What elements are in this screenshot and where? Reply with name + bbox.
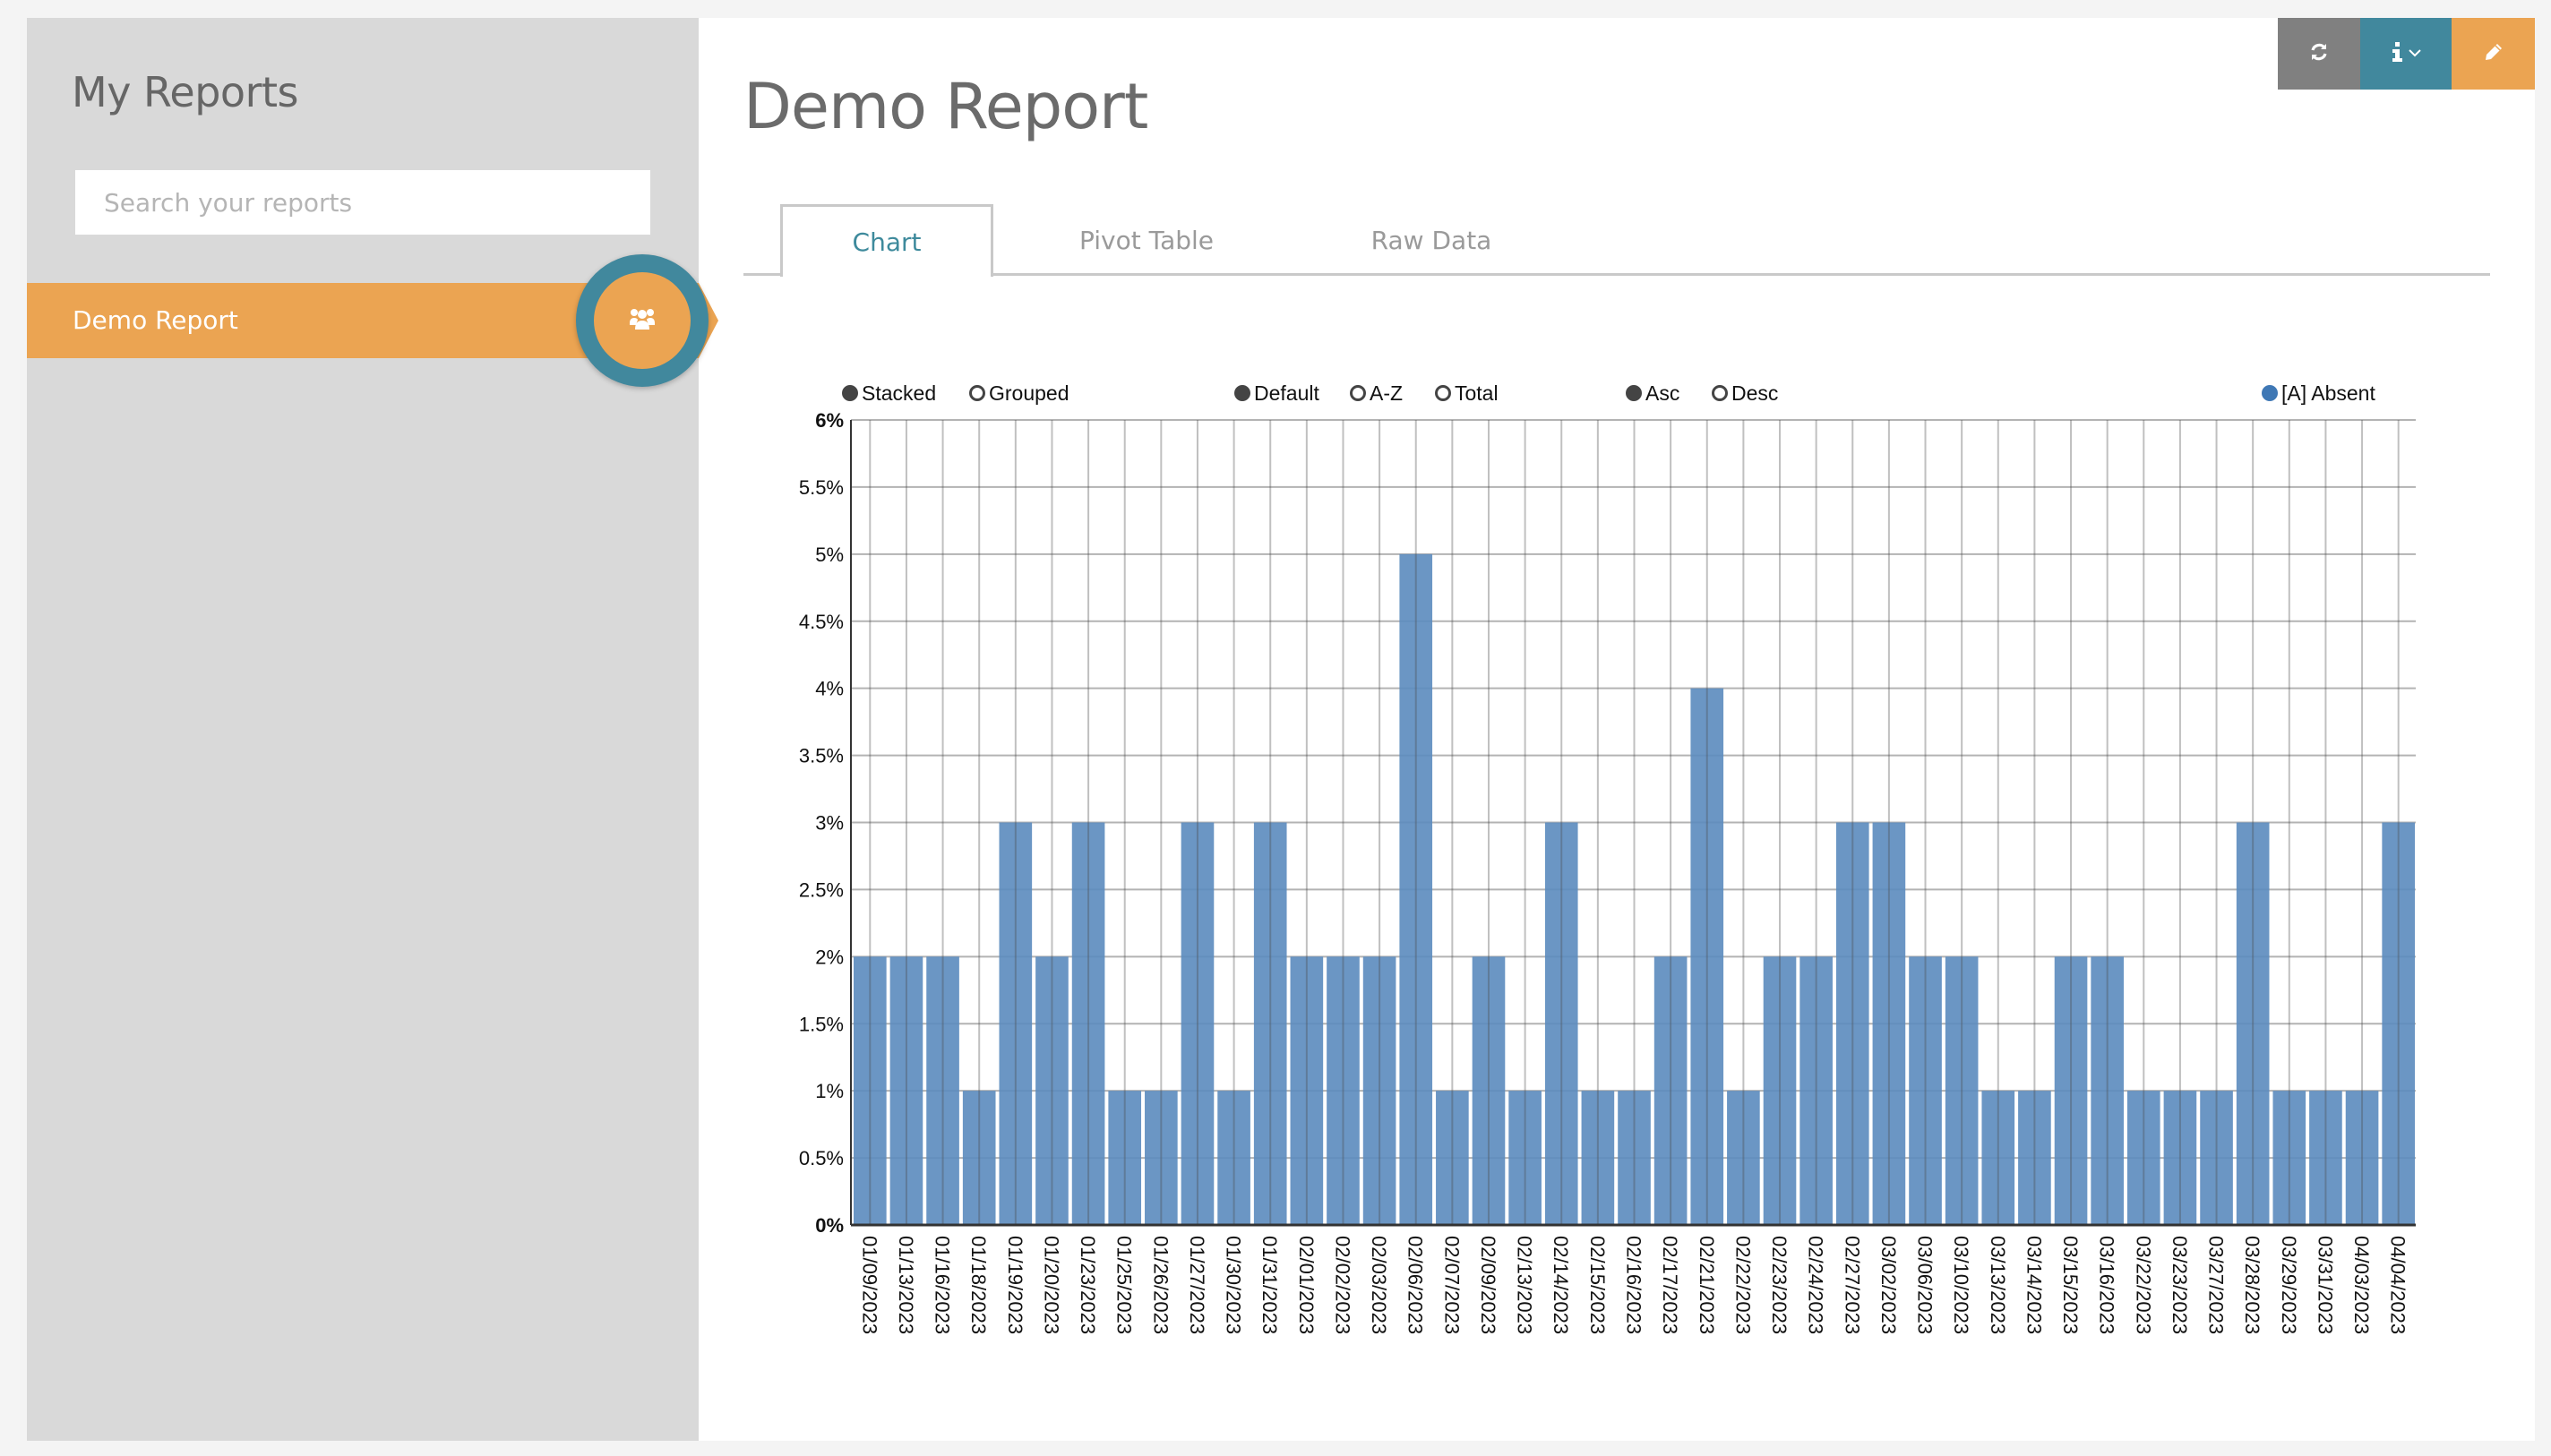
bar[interactable] bbox=[2236, 822, 2270, 1226]
bar[interactable] bbox=[2163, 1091, 2197, 1225]
bar[interactable] bbox=[1581, 1091, 1615, 1225]
radio-selected-icon bbox=[1234, 385, 1250, 401]
bar[interactable] bbox=[1653, 956, 1688, 1225]
bar[interactable] bbox=[1945, 956, 1979, 1225]
bar[interactable] bbox=[1508, 1091, 1542, 1225]
edit-button[interactable] bbox=[2452, 18, 2535, 90]
bar[interactable] bbox=[1290, 956, 1324, 1225]
info-icon bbox=[2391, 41, 2403, 66]
users-icon bbox=[629, 307, 656, 335]
tabs-divider bbox=[743, 273, 2490, 276]
bar[interactable] bbox=[926, 956, 959, 1225]
bar[interactable] bbox=[1799, 956, 1833, 1225]
bar[interactable] bbox=[1981, 1091, 2015, 1225]
bar[interactable] bbox=[2382, 822, 2415, 1226]
bar[interactable] bbox=[2272, 1091, 2306, 1225]
bar[interactable] bbox=[1618, 1091, 1651, 1225]
bar[interactable] bbox=[2345, 1091, 2379, 1225]
radio-unselected-icon bbox=[1350, 385, 1366, 401]
sort-az-radio[interactable]: A-Z bbox=[1350, 381, 1403, 406]
bar[interactable] bbox=[854, 956, 887, 1225]
sort-total-label: Total bbox=[1455, 381, 1499, 405]
bar[interactable] bbox=[2091, 956, 2124, 1225]
bar[interactable] bbox=[2054, 956, 2088, 1225]
order-asc-label: Asc bbox=[1645, 381, 1680, 405]
order-desc-label: Desc bbox=[1731, 381, 1779, 405]
bar[interactable] bbox=[1763, 956, 1797, 1225]
radio-selected-icon bbox=[1626, 385, 1642, 401]
layout-grouped-label: Grouped bbox=[989, 381, 1069, 405]
radio-unselected-icon bbox=[1435, 385, 1451, 401]
refresh-icon bbox=[2309, 42, 2329, 66]
bar[interactable] bbox=[1362, 956, 1396, 1225]
series-color-dot bbox=[2262, 385, 2278, 401]
bar[interactable] bbox=[1690, 688, 1724, 1225]
bar[interactable] bbox=[1436, 1091, 1469, 1225]
page-title: Demo Report bbox=[743, 70, 1148, 143]
legend-series-absent[interactable]: [A] Absent bbox=[2262, 381, 2375, 406]
bar[interactable] bbox=[1472, 956, 1506, 1225]
search-reports-input[interactable] bbox=[75, 170, 650, 235]
bar[interactable] bbox=[2309, 1091, 2342, 1225]
legend-series-label: [A] Absent bbox=[2281, 381, 2375, 405]
bar[interactable] bbox=[1108, 1091, 1142, 1225]
tab-chart[interactable]: Chart bbox=[780, 204, 993, 277]
bar[interactable] bbox=[1253, 822, 1287, 1226]
refresh-button[interactable] bbox=[2278, 18, 2360, 90]
bar[interactable] bbox=[1399, 553, 1433, 1225]
bar[interactable] bbox=[1835, 822, 1869, 1226]
sidebar-title: My Reports bbox=[72, 68, 299, 116]
order-asc-radio[interactable]: Asc bbox=[1626, 381, 1679, 406]
bar[interactable] bbox=[1909, 956, 1942, 1225]
pencil-icon bbox=[2484, 42, 2504, 66]
bar[interactable] bbox=[1217, 1091, 1250, 1225]
bar[interactable] bbox=[1872, 822, 1906, 1226]
bar[interactable] bbox=[889, 956, 923, 1225]
shared-report-button[interactable] bbox=[576, 254, 709, 387]
sort-default-label: Default bbox=[1254, 381, 1319, 405]
sidebar-item-label: Demo Report bbox=[73, 305, 238, 335]
bar[interactable] bbox=[1544, 822, 1578, 1226]
bar[interactable] bbox=[2126, 1091, 2160, 1225]
bar[interactable] bbox=[1181, 822, 1215, 1226]
layout-grouped-radio[interactable]: Grouped bbox=[969, 381, 1069, 406]
order-desc-radio[interactable]: Desc bbox=[1712, 381, 1778, 406]
layout-stacked-label: Stacked bbox=[862, 381, 937, 405]
bar[interactable] bbox=[999, 822, 1033, 1226]
bar[interactable] bbox=[1145, 1091, 1178, 1225]
bar[interactable] bbox=[1727, 1091, 1760, 1225]
bar[interactable] bbox=[2018, 1091, 2051, 1225]
sort-default-radio[interactable]: Default bbox=[1234, 381, 1319, 406]
bar[interactable] bbox=[1071, 822, 1105, 1226]
radio-selected-icon bbox=[842, 385, 858, 401]
tab-pivot-table[interactable]: Pivot Table bbox=[1039, 204, 1254, 276]
bar[interactable] bbox=[2200, 1091, 2233, 1225]
bar[interactable] bbox=[1035, 956, 1069, 1225]
bar[interactable] bbox=[1327, 956, 1360, 1225]
sort-total-radio[interactable]: Total bbox=[1435, 381, 1499, 406]
radio-unselected-icon bbox=[1712, 385, 1728, 401]
report-toolbar bbox=[2278, 18, 2535, 90]
sort-az-label: A-Z bbox=[1370, 381, 1404, 405]
radio-unselected-icon bbox=[969, 385, 985, 401]
bar[interactable] bbox=[962, 1091, 996, 1225]
layout-stacked-radio[interactable]: Stacked bbox=[842, 381, 936, 406]
info-dropdown-button[interactable] bbox=[2360, 18, 2452, 90]
chevron-down-icon bbox=[2409, 46, 2421, 62]
tab-raw-data[interactable]: Raw Data bbox=[1326, 204, 1537, 276]
